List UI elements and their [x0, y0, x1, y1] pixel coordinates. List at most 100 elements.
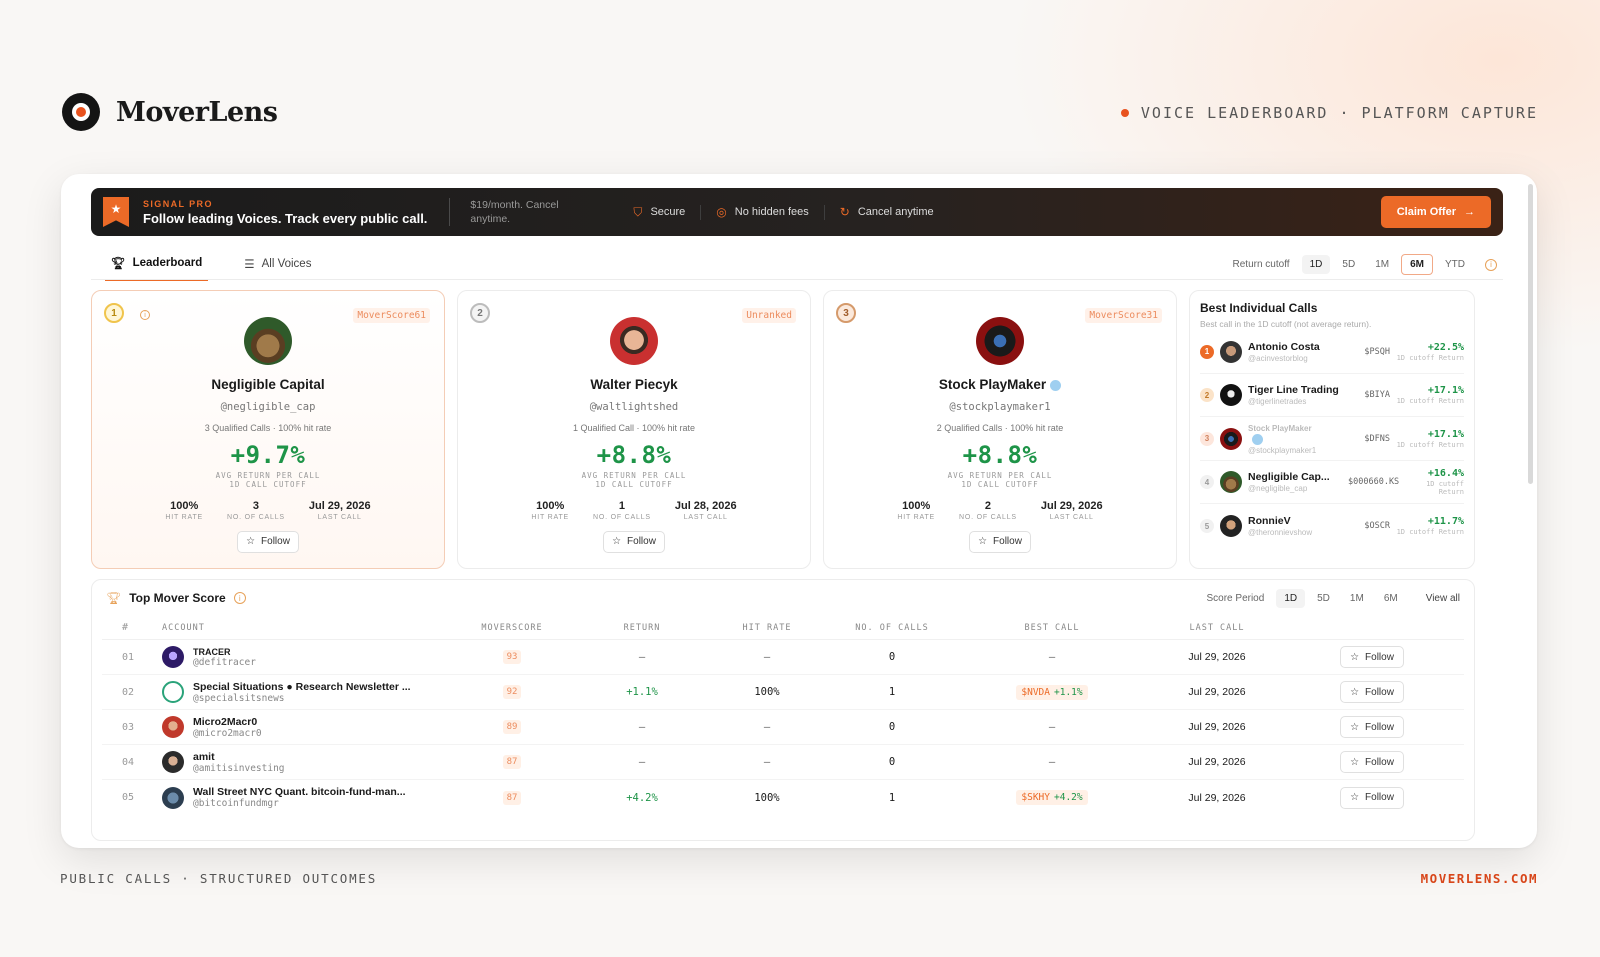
divider — [449, 198, 451, 226]
table-row[interactable]: 03 Micro2Macr0 @micro2macr0 89 – – 0 – Ju… — [102, 710, 1464, 745]
return-value: +4.2% — [626, 791, 658, 804]
cutoff-option-6m[interactable]: 6M — [1401, 254, 1433, 275]
last-call-value: Jul 29, 2026 — [1188, 756, 1246, 768]
leader-card-3: 3 MoverScore31 Stock PlayMaker @stockpla… — [823, 290, 1177, 569]
avg-return: +9.7% — [230, 441, 306, 469]
last-call-value: Jul 29, 2026 — [1188, 791, 1246, 804]
voice-handle: @waltlightshed — [589, 401, 679, 413]
star-icon: ☆ — [246, 536, 256, 548]
caller: RonnieV @theronnievshow — [1248, 515, 1313, 538]
rank-medal-gold: 1 — [104, 303, 124, 323]
calls-value: 1 — [888, 686, 896, 698]
column-header[interactable]: HIT RATE — [712, 623, 822, 633]
best-call-value: – — [1048, 756, 1056, 768]
tab-leaderboard[interactable]: 🏆︎ Leaderboard — [105, 250, 209, 281]
follow-button[interactable]: ☆ Follow — [1340, 786, 1404, 809]
table-row[interactable]: 05 Wall Street NYC Quant. bitcoin-fund-m… — [102, 780, 1464, 815]
account-cell: Wall Street NYC Quant. bitcoin-fund-man.… — [162, 786, 452, 809]
list-item[interactable]: 1 Antonio Costa @acinvestorblog $PSQH +22… — [1200, 330, 1464, 374]
star-icon: ☆ — [1350, 651, 1360, 663]
refresh-icon: ↻ — [839, 205, 850, 219]
qualified-calls-meta: 3 Qualified Calls · 100% hit rate — [204, 423, 332, 433]
moverscore-badge: MoverScore31 — [1085, 308, 1162, 323]
claim-offer-button[interactable]: Claim Offer → — [1380, 196, 1491, 228]
info-icon[interactable]: i — [1485, 258, 1497, 271]
ticker: $PSQH — [1364, 346, 1390, 357]
follow-button[interactable]: ☆ Follow — [237, 530, 299, 553]
avatar — [1220, 427, 1242, 450]
info-icon[interactable]: i — [233, 592, 246, 604]
period-option-5d[interactable]: 5D — [1309, 589, 1338, 608]
table-row[interactable]: 04 amit @amitisinvesting 87 – – 0 – Jul 2… — [102, 745, 1464, 780]
column-header[interactable]: LAST CALL — [1142, 623, 1292, 633]
best-individual-calls-panel: Best Individual Calls Best call in the 1… — [1189, 290, 1475, 569]
scrollbar[interactable] — [1528, 184, 1533, 484]
leader-card-1: 1 i MoverScore61 Negligible Capital @neg… — [91, 290, 445, 569]
return-value: +1.1% — [626, 686, 658, 698]
score-period-label: Score Period — [1206, 592, 1265, 604]
caller: Negligible Cap... @negligible_cap — [1248, 471, 1330, 494]
avg-return-label: AVG RETURN PER CALL 1D CALL CUTOFF — [581, 471, 687, 490]
account-cell: Micro2Macr0 @micro2macr0 — [162, 716, 452, 739]
period-option-1m[interactable]: 1M — [1342, 589, 1372, 608]
follow-button[interactable]: ☆ Follow — [603, 530, 665, 553]
column-header[interactable]: NO. OF CALLS — [822, 623, 962, 633]
moverscore-badge: Unranked — [742, 308, 796, 323]
best-call-chip[interactable]: $SKHY +4.2% — [1016, 790, 1088, 805]
call-return: +17.1% 1D cutoff Return — [1396, 385, 1464, 406]
avg-return: +8.8% — [596, 441, 672, 469]
follow-button[interactable]: ☆ Follow — [1340, 646, 1404, 668]
table-row[interactable]: 02 Special Situations ● Research Newslet… — [102, 675, 1464, 710]
promo-banner: ★ SIGNAL PRO Follow leading Voices. Trac… — [91, 188, 1503, 236]
hit-rate-value: 100% — [754, 686, 780, 698]
voice-handle: @negligible_cap — [220, 401, 316, 413]
calls-value: 0 — [888, 651, 896, 663]
row-index: 04 — [122, 756, 135, 768]
table-row[interactable]: 01 TRACER @defitracer 93 – – 0 – Jul 29, … — [102, 640, 1464, 675]
card-stats: 100% HIT RATE 2 NO. OF CALLS Jul 29, 2026 L… — [824, 500, 1176, 521]
footer-caption: PUBLIC CALLS · STRUCTURED OUTCOMES — [60, 871, 378, 886]
follow-button[interactable]: ☆ Follow — [1340, 751, 1404, 773]
best-call-chip[interactable]: $NVDA +1.1% — [1016, 684, 1088, 700]
list-item[interactable]: 3 Stock PlayMaker @stockplaymaker1 $DFNS … — [1200, 417, 1464, 461]
view-all-link[interactable]: View all — [1426, 593, 1460, 604]
voice-name[interactable]: Stock PlayMaker — [824, 377, 1176, 392]
avatar — [162, 681, 184, 703]
return-value: – — [638, 721, 646, 733]
cutoff-option-1d[interactable]: 1D — [1301, 255, 1331, 274]
voice-name[interactable]: Walter Piecyk — [458, 377, 810, 392]
card-stats: 100% HIT RATE 1 NO. OF CALLS Jul 28, 2026 L… — [458, 500, 810, 521]
ticker: $DFNS — [1364, 433, 1390, 444]
footer-url[interactable]: MOVERLENS.COM — [1421, 871, 1538, 886]
follow-button[interactable]: ☆ Follow — [1340, 716, 1404, 738]
avatar — [162, 786, 184, 809]
cutoff-option-1m[interactable]: 1M — [1367, 255, 1397, 274]
column-header[interactable]: RETURN — [572, 623, 712, 633]
column-header[interactable]: MOVERSCORE — [452, 623, 572, 633]
voice-name[interactable]: Negligible Capital — [92, 377, 444, 392]
promo-price: $19/month. Cancel anytime. — [470, 198, 559, 225]
panel-subtitle: Best call in the 1D cutoff (not average … — [1200, 319, 1372, 329]
period-option-6m[interactable]: 6M — [1376, 589, 1406, 608]
row-index: 03 — [122, 721, 135, 733]
rank-number: 1 — [1200, 344, 1214, 359]
rank-medal-silver: 2 — [470, 303, 490, 323]
call-return: +11.7% 1D cutoff Return — [1396, 516, 1464, 537]
period-option-1d[interactable]: 1D — [1276, 588, 1306, 608]
follow-button[interactable]: ☆ Follow — [969, 530, 1031, 553]
cutoff-option-5d[interactable]: 5D — [1334, 255, 1363, 274]
leader-card-2: 2 Unranked Walter Piecyk @waltlightshed … — [457, 290, 811, 569]
list-item[interactable]: 4 Negligible Cap... @negligible_cap $0006… — [1200, 461, 1464, 505]
tab-all-voices[interactable]: ☰ All Voices — [238, 250, 317, 281]
promo-text: SIGNAL PRO Follow leading Voices. Track … — [143, 199, 427, 226]
list-item[interactable]: 2 Tiger Line Trading @tigerlinetrades $BI… — [1200, 374, 1464, 418]
column-header: ACCOUNT — [162, 622, 205, 633]
calls-value: 0 — [888, 756, 896, 768]
account-cell: Special Situations ● Research Newsletter… — [162, 681, 452, 704]
cutoff-option-ytd[interactable]: YTD — [1437, 255, 1473, 274]
list-item[interactable]: 5 RonnieV @theronnievshow $OSCR +11.7% 1D … — [1200, 504, 1464, 548]
info-icon[interactable]: i — [140, 310, 150, 320]
hit-rate-value: – — [763, 651, 771, 663]
follow-button[interactable]: ☆ Follow — [1340, 681, 1404, 703]
qualified-calls-meta: 1 Qualified Call · 100% hit rate — [572, 423, 696, 433]
